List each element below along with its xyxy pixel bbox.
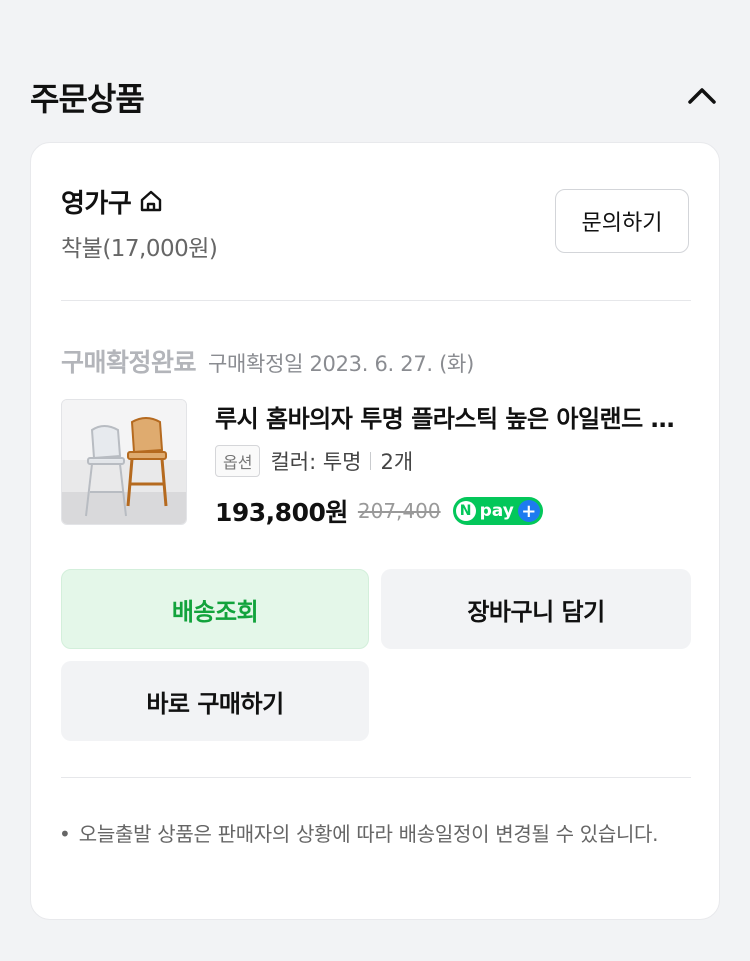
option-value: 컬러: 투명 bbox=[270, 450, 362, 474]
order-item-card: 영가구 착불(17,000원) 문의하기 구매확정완료 구매확정일 2023. … bbox=[30, 142, 720, 920]
order-items-header: 주문상품 bbox=[30, 70, 720, 122]
order-status-row: 구매확정완료 구매확정일 2023. 6. 27. (화) bbox=[61, 343, 474, 379]
section-title: 주문상품 bbox=[30, 80, 145, 118]
status-label: 구매확정완료 bbox=[61, 348, 197, 377]
shipping-notice: • 오늘출발 상품은 판매자의 상황에 따라 배송일정이 변경될 수 있습니다. bbox=[59, 817, 679, 851]
divider bbox=[61, 300, 691, 301]
shipping-fee: 착불(17,000원) bbox=[61, 236, 218, 262]
notice-text: 오늘출발 상품은 판매자의 상황에 따라 배송일정이 변경될 수 있습니다. bbox=[78, 822, 659, 846]
npay-n-icon: N bbox=[455, 501, 476, 521]
sale-price: 193,800원 bbox=[215, 498, 348, 527]
product-thumbnail[interactable] bbox=[61, 399, 187, 525]
product-name[interactable]: 루시 홈바의자 투명 플라스틱 높은 아일랜드 식탁의자 bbox=[215, 399, 691, 434]
inquiry-button[interactable]: 문의하기 bbox=[555, 189, 689, 253]
seller-name[interactable]: 영가구 bbox=[61, 183, 132, 220]
quantity: 2개 bbox=[380, 450, 414, 474]
confirm-date: 구매확정일 2023. 6. 27. (화) bbox=[208, 352, 474, 376]
seller-row: 영가구 bbox=[61, 183, 165, 219]
npay-label: pay bbox=[479, 501, 514, 521]
option-separator bbox=[370, 452, 372, 470]
option-row: 옵션 컬러: 투명 2개 bbox=[215, 445, 413, 477]
original-price: 207,400 bbox=[357, 499, 441, 523]
price-row: 193,800원 207,400 N pay + bbox=[215, 493, 543, 529]
npay-badge: N pay + bbox=[452, 497, 543, 525]
add-to-cart-button[interactable]: 장바구니 담기 bbox=[381, 569, 691, 649]
divider bbox=[61, 777, 691, 778]
option-badge: 옵션 bbox=[215, 445, 261, 477]
chevron-up-icon[interactable] bbox=[684, 78, 720, 114]
track-delivery-button[interactable]: 배송조회 bbox=[61, 569, 369, 649]
home-icon[interactable] bbox=[137, 187, 165, 215]
npay-plus-icon: + bbox=[517, 500, 540, 522]
buy-now-button[interactable]: 바로 구매하기 bbox=[61, 661, 369, 741]
notice-bullet: • bbox=[59, 822, 71, 846]
